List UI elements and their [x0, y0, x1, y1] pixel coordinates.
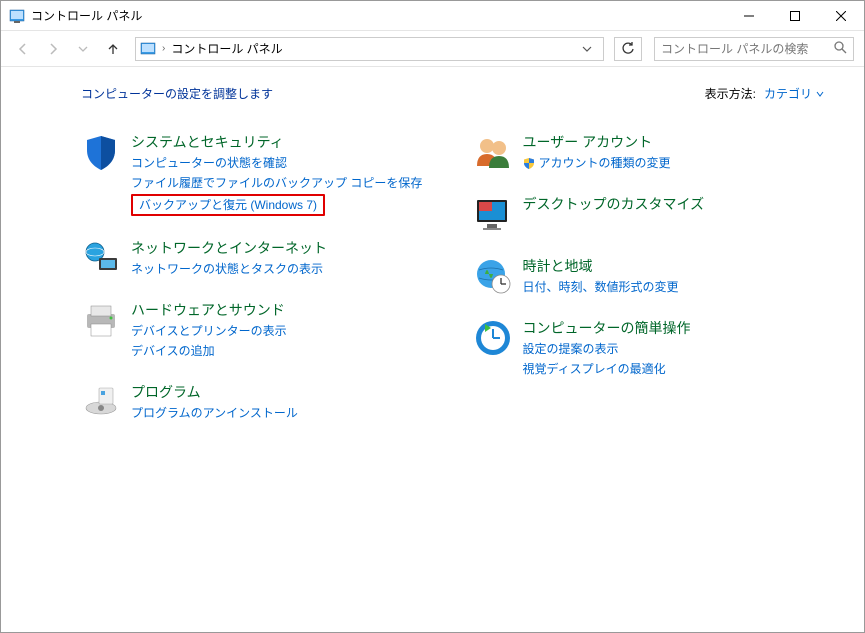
category-user-accounts: ユーザー アカウント アカウントの種類の変更: [473, 132, 835, 172]
link-backup-restore-win7[interactable]: バックアップと復元 (Windows 7): [131, 194, 325, 216]
link-network-internet[interactable]: ネットワークとインターネット: [131, 238, 327, 258]
uac-shield-icon: [523, 157, 535, 169]
network-icon: [81, 238, 121, 278]
search-icon: [834, 41, 847, 57]
view-by-selector[interactable]: 表示方法: カテゴリ: [705, 85, 824, 102]
link-change-date-time-formats[interactable]: 日付、時刻、数値形式の変更: [523, 278, 679, 296]
refresh-button[interactable]: [614, 37, 642, 61]
category-network-internet: ネットワークとインターネット ネットワークの状態とタスクの表示: [81, 238, 443, 278]
content-area: コンピューターの設定を調整します 表示方法: カテゴリ システムとセキュリティ …: [1, 67, 864, 440]
left-column: システムとセキュリティ コンピューターの状態を確認 ファイル履歴でファイルのバッ…: [81, 132, 443, 422]
control-panel-icon: [140, 41, 156, 57]
up-button[interactable]: [101, 37, 125, 61]
category-programs: プログラム プログラムのアンインストール: [81, 382, 443, 422]
search-placeholder: コントロール パネルの検索: [661, 40, 834, 57]
link-check-computer-status[interactable]: コンピューターの状態を確認: [131, 154, 422, 172]
search-input[interactable]: コントロール パネルの検索: [654, 37, 854, 61]
close-button[interactable]: [818, 1, 864, 31]
recent-locations-button[interactable]: [71, 37, 95, 61]
link-network-status-tasks[interactable]: ネットワークの状態とタスクの表示: [131, 260, 327, 278]
shield-icon: [81, 132, 121, 172]
category-hardware-sound: ハードウェアとサウンド デバイスとプリンターの表示 デバイスの追加: [81, 300, 443, 360]
category-ease-of-access: コンピューターの簡単操作 設定の提案の表示 視覚ディスプレイの最適化: [473, 318, 835, 378]
link-add-device[interactable]: デバイスの追加: [131, 342, 287, 360]
window-title: コントロール パネル: [31, 7, 726, 24]
link-optimize-visual-display[interactable]: 視覚ディスプレイの最適化: [523, 360, 691, 378]
address-bar[interactable]: › コントロール パネル: [135, 37, 604, 61]
link-clock-region[interactable]: 時計と地域: [523, 256, 679, 276]
link-file-history-backup[interactable]: ファイル履歴でファイルのバックアップ コピーを保存: [131, 174, 422, 192]
minimize-button[interactable]: [726, 1, 772, 31]
breadcrumb-location[interactable]: コントロール パネル: [171, 40, 282, 57]
link-settings-suggestions[interactable]: 設定の提案の表示: [523, 340, 691, 358]
printer-icon: [81, 300, 121, 340]
link-user-accounts[interactable]: ユーザー アカウント: [523, 132, 671, 152]
right-column: ユーザー アカウント アカウントの種類の変更 デスクトップのカスタマイズ: [473, 132, 835, 422]
navigation-toolbar: › コントロール パネル コントロール パネルの検索: [1, 31, 864, 67]
globe-clock-icon: [473, 256, 513, 296]
chevron-down-icon: [816, 90, 824, 98]
forward-button[interactable]: [41, 37, 65, 61]
link-change-account-type[interactable]: アカウントの種類の変更: [523, 154, 671, 172]
category-clock-region: 時計と地域 日付、時刻、数値形式の変更: [473, 256, 835, 296]
back-button[interactable]: [11, 37, 35, 61]
link-programs[interactable]: プログラム: [131, 382, 298, 402]
view-by-value: カテゴリ: [764, 85, 812, 102]
category-desktop-customize: デスクトップのカスタマイズ: [473, 194, 835, 234]
window-titlebar: コントロール パネル: [1, 1, 864, 31]
link-uninstall-program[interactable]: プログラムのアンインストール: [131, 404, 298, 422]
link-system-security[interactable]: システムとセキュリティ: [131, 132, 422, 152]
chevron-down-icon[interactable]: [575, 37, 599, 61]
maximize-button[interactable]: [772, 1, 818, 31]
ease-of-access-icon: [473, 318, 513, 358]
desktop-icon: [473, 194, 513, 234]
link-desktop-customization[interactable]: デスクトップのカスタマイズ: [523, 194, 705, 214]
user-accounts-icon: [473, 132, 513, 172]
category-system-security: システムとセキュリティ コンピューターの状態を確認 ファイル履歴でファイルのバッ…: [81, 132, 443, 216]
chevron-right-icon[interactable]: ›: [162, 43, 165, 54]
view-by-label: 表示方法:: [705, 85, 756, 102]
page-heading: コンピューターの設定を調整します: [81, 85, 273, 102]
link-hardware-sound[interactable]: ハードウェアとサウンド: [131, 300, 287, 320]
link-view-devices-printers[interactable]: デバイスとプリンターの表示: [131, 322, 287, 340]
link-ease-of-access[interactable]: コンピューターの簡単操作: [523, 318, 691, 338]
programs-icon: [81, 382, 121, 422]
control-panel-icon: [9, 8, 25, 24]
